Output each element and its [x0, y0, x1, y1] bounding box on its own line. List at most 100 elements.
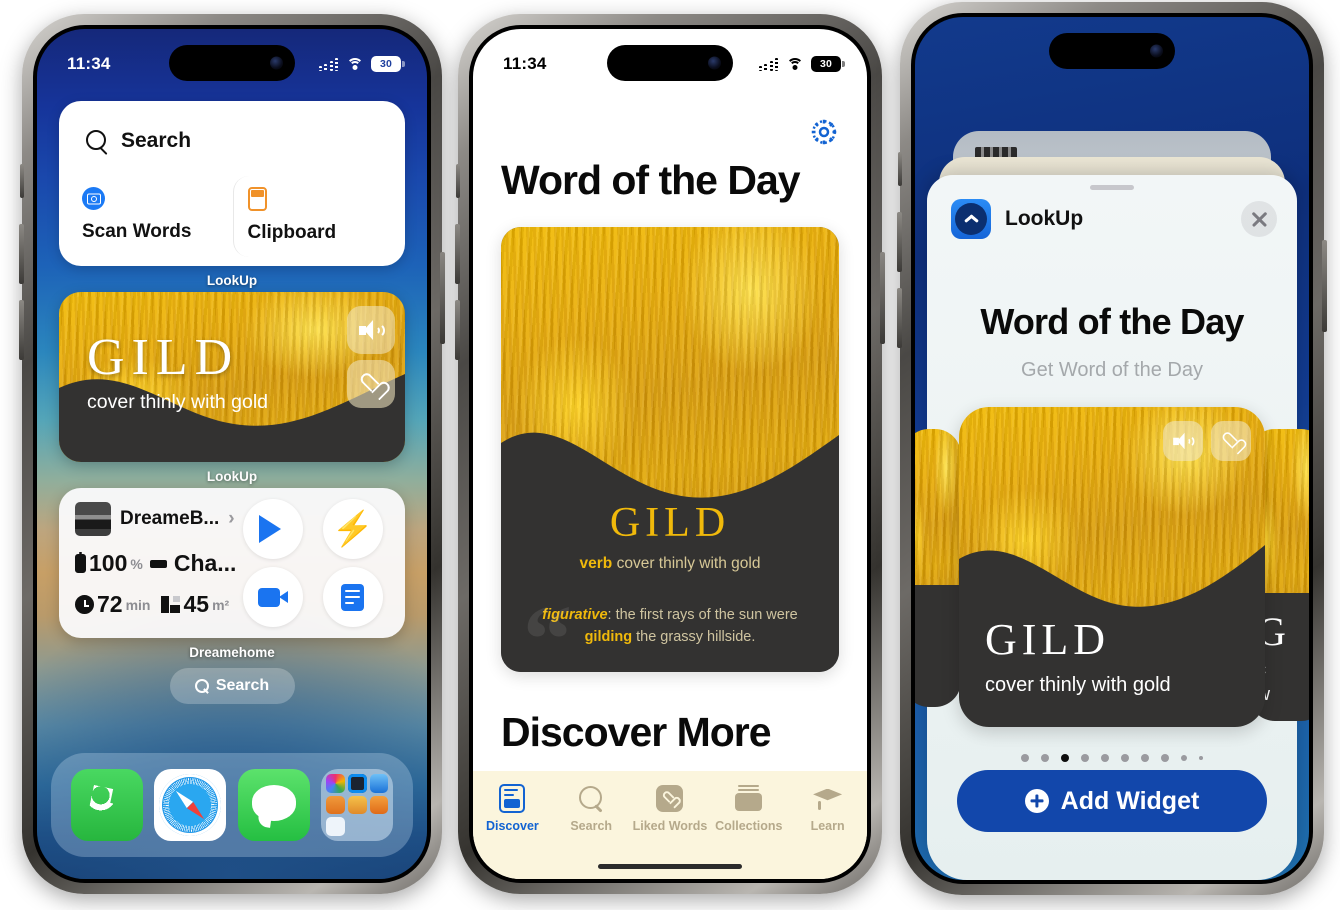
- play-icon: [258, 515, 295, 543]
- page-dot[interactable]: [1141, 754, 1149, 762]
- tab-learn[interactable]: Learn: [788, 783, 867, 833]
- mute-switch[interactable]: [20, 164, 24, 198]
- widget-dreamehome[interactable]: DreameB... › 100 % Cha... 72 min 45 m² ⚡…: [59, 488, 405, 660]
- cellular-signal-icon: [758, 57, 778, 71]
- chevron-right-icon[interactable]: ›: [228, 508, 234, 530]
- clipboard-button[interactable]: Clipboard: [232, 176, 396, 257]
- play-button[interactable]: [242, 499, 303, 559]
- widget-subtitle: Get Word of the Day: [1021, 359, 1203, 381]
- battery-icon: [75, 551, 86, 573]
- dock: [51, 753, 413, 857]
- volume-up-button[interactable]: [897, 212, 902, 272]
- dynamic-island[interactable]: [169, 45, 295, 81]
- word-title: GILD: [609, 500, 731, 546]
- home-indicator[interactable]: [598, 863, 742, 869]
- page-dot[interactable]: [1021, 754, 1029, 762]
- cellular-signal-icon: [318, 57, 338, 71]
- favorite-button[interactable]: [347, 360, 395, 408]
- word-title: GILD: [87, 329, 240, 386]
- volume-up-button[interactable]: [19, 224, 24, 284]
- word-of-the-day-card[interactable]: GILD verb cover thinly with gold “ figur…: [501, 227, 839, 672]
- status-time: 11:34: [67, 54, 111, 73]
- quote-icon: “: [523, 586, 572, 672]
- widget-word-of-the-day[interactable]: GILD cover thinly with gold LookUp: [59, 292, 405, 484]
- gear-icon[interactable]: [809, 117, 839, 147]
- video-button[interactable]: [242, 567, 303, 627]
- battery-indicator: 30: [811, 56, 845, 72]
- search-icon: [578, 785, 604, 811]
- mute-switch[interactable]: [456, 164, 460, 198]
- camera-icon: [82, 187, 105, 210]
- word-definition: verb cover thinly with gold: [579, 555, 761, 572]
- word-title: GILD: [985, 615, 1111, 664]
- boost-button[interactable]: ⚡: [322, 499, 383, 559]
- page-dot[interactable]: [1181, 755, 1187, 761]
- page-dot[interactable]: [1121, 754, 1129, 762]
- page-dot-active[interactable]: [1061, 754, 1069, 762]
- lookup-app-icon: [951, 199, 991, 239]
- word-definition: cover thinly with gold: [87, 391, 269, 413]
- mute-switch[interactable]: [898, 152, 902, 186]
- wifi-icon: [346, 57, 363, 71]
- video-icon: [257, 587, 288, 607]
- speaker-icon: [1173, 432, 1195, 450]
- home-search-pill[interactable]: Search: [169, 668, 295, 704]
- front-camera-icon: [1150, 44, 1163, 58]
- discover-icon: [499, 783, 526, 813]
- page-dot[interactable]: [1041, 754, 1049, 762]
- speaker-button[interactable]: [1163, 421, 1203, 461]
- tab-collections[interactable]: Collections: [709, 783, 788, 833]
- tab-discover[interactable]: Discover: [473, 783, 552, 833]
- example-sentence: “ figurative: the first rays of the sun …: [501, 591, 839, 672]
- section-title: Discover More: [501, 709, 772, 755]
- dock-app-safari[interactable]: [154, 769, 227, 841]
- favorite-button[interactable]: [1211, 421, 1251, 461]
- tab-search[interactable]: Search: [552, 783, 631, 833]
- heart-icon: [656, 784, 684, 812]
- device-name: DreameB...: [120, 508, 220, 529]
- page-dot[interactable]: [1199, 756, 1203, 760]
- volume-down-button[interactable]: [19, 300, 24, 360]
- dynamic-island[interactable]: [607, 45, 733, 81]
- sheet-grabber[interactable]: [1090, 185, 1134, 190]
- widget-label: LookUp: [206, 469, 258, 484]
- search-input[interactable]: Search: [68, 110, 396, 172]
- clipboard-icon: [247, 187, 267, 211]
- speaker-button[interactable]: [347, 306, 395, 354]
- widget-lookup-search[interactable]: Search Scan Words Clipboard LookUp: [59, 101, 405, 288]
- clock-icon: [75, 595, 94, 614]
- tab-liked-words[interactable]: Liked Words: [631, 783, 710, 833]
- widget-title: Word of the Day: [980, 301, 1244, 342]
- document-icon: [341, 583, 365, 611]
- add-widget-button[interactable]: Add Widget: [957, 770, 1267, 832]
- power-button[interactable]: [440, 252, 445, 344]
- scan-words-button[interactable]: Scan Words: [68, 176, 231, 257]
- front-camera-icon: [708, 56, 721, 70]
- dock-app-phone[interactable]: [70, 769, 143, 841]
- volume-up-button[interactable]: [455, 224, 460, 284]
- phone-1-home-screen: 11:34 30 Search Scan Words Clipboard Loo…: [19, 14, 445, 894]
- collections-icon: [735, 785, 763, 811]
- search-icon: [86, 130, 108, 152]
- power-button[interactable]: [1322, 240, 1327, 332]
- volume-down-button[interactable]: [897, 288, 902, 348]
- widget-preview-carousel[interactable]: Gcw GILD cover thinly with gold: [915, 407, 1309, 737]
- widget-preview-current[interactable]: GILD cover thinly with gold: [959, 407, 1265, 727]
- plus-circle-icon: [1024, 789, 1049, 813]
- page-dot[interactable]: [1081, 754, 1089, 762]
- status-time: 11:34: [503, 54, 547, 73]
- volume-down-button[interactable]: [455, 300, 460, 360]
- widget-label: LookUp: [206, 273, 258, 288]
- dock-app-messages[interactable]: [237, 769, 310, 841]
- dynamic-island[interactable]: [1049, 33, 1175, 69]
- close-button[interactable]: [1241, 201, 1277, 237]
- dock-app-folder[interactable]: [321, 769, 394, 841]
- widget-preview-previous[interactable]: [915, 429, 961, 707]
- page-dot[interactable]: [1161, 754, 1169, 762]
- phone-3-widget-sheet: LookUp Word of the Day Get Word of the D…: [897, 2, 1327, 895]
- power-button[interactable]: [880, 252, 885, 344]
- page-dots[interactable]: [927, 754, 1297, 762]
- log-button[interactable]: [322, 567, 383, 627]
- screenshot-canvas: 11:34 30 Search Scan Words Clipboard Loo…: [0, 0, 1340, 910]
- page-dot[interactable]: [1101, 754, 1109, 762]
